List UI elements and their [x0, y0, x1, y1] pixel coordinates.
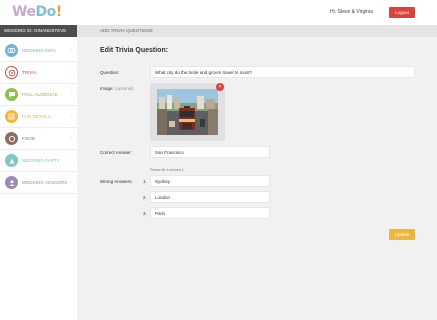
poll-icon — [5, 88, 18, 101]
sidebar-item-trivia[interactable]: TRIVIA › — [0, 62, 77, 84]
wrong-answer-input[interactable]: Paris — [150, 207, 270, 219]
wrong-answers-label: Wrong Answers: — [100, 179, 133, 184]
main-content: Edit Trivia Question: Question: What cit… — [77, 37, 437, 320]
chevron-right-icon: › — [71, 157, 73, 163]
update-button[interactable]: Update — [389, 229, 415, 240]
wedding-id-label: WEDDING ID: GINANDSTEVE — [0, 25, 77, 37]
rings-icon — [5, 44, 18, 57]
logo-we-text: We — [12, 4, 36, 20]
chevron-right-icon: › — [71, 135, 73, 141]
sidebar: WEDDING INFO › TRIVIA › POLL AUDIENCE › … — [0, 37, 77, 320]
chevron-right-icon: › — [71, 179, 73, 185]
image-optional-text: (optional) — [115, 86, 134, 91]
sidebar-item-food[interactable]: FOOD › — [0, 128, 77, 150]
sidebar-item-fun-details[interactable]: FUN DETAILS › — [0, 106, 77, 128]
sidebar-item-label: WEDDING INFO — [22, 48, 56, 53]
chevron-right-icon: › — [71, 113, 73, 119]
trivia-icon — [5, 66, 18, 79]
wedo-logo[interactable]: WeDo! — [12, 4, 62, 20]
sidebar-item-label: WEDDING VENDORS — [22, 180, 68, 185]
sidebar-item-wedding-vendors[interactable]: WEDDING VENDORS › — [0, 172, 77, 194]
logo-bang-text: ! — [55, 4, 62, 20]
sidebar-item-label: FOOD — [22, 136, 35, 141]
sidebar-item-label: FUN DETAILS — [22, 114, 51, 119]
food-icon — [5, 132, 18, 145]
question-label: Question: — [100, 70, 120, 75]
vendors-icon — [5, 176, 18, 189]
image-upload-box[interactable]: × — [150, 83, 225, 141]
wrong-answer-input[interactable]: Sydney — [150, 175, 270, 187]
remove-image-icon[interactable]: × — [216, 83, 224, 91]
sidebar-item-label: WEDDING PARTY — [22, 158, 60, 163]
correct-answer-input[interactable]: San Francisco — [150, 146, 270, 158]
wrong-answer-number: 2. — [143, 195, 147, 200]
header: WeDo! Hi, Steve & Virginia Logout — [0, 0, 437, 25]
wrong-answer-input[interactable]: London — [150, 191, 270, 203]
question-input[interactable]: What city do the bride and groom travel … — [150, 66, 415, 78]
wrong-answer-number: 3. — [143, 211, 147, 216]
sidebar-item-poll-audience[interactable]: POLL AUDIENCE › — [0, 84, 77, 106]
sidebar-item-wedding-info[interactable]: WEDDING INFO › — [0, 40, 77, 62]
breadcrumb: ADD TRIVIA QUESTIONS — [77, 25, 437, 37]
sidebar-item-wedding-party[interactable]: WEDDING PARTY › — [0, 150, 77, 172]
trivia-image — [157, 89, 218, 135]
chevron-right-icon: › — [71, 47, 73, 53]
user-greeting: Hi, Steve & Virginia — [330, 9, 373, 15]
image-label: Image: (optional) — [100, 86, 134, 91]
wrong-answer-number: 1. — [143, 179, 147, 184]
details-icon — [5, 110, 18, 123]
logo-do-text: Do — [35, 4, 56, 20]
logout-button[interactable]: Logout — [389, 7, 415, 18]
sidebar-item-label: TRIVIA — [22, 70, 37, 75]
chevron-right-icon: › — [71, 69, 73, 75]
correct-answer-label: Correct Answer: — [100, 150, 133, 155]
image-label-text: Image: — [100, 86, 114, 91]
chevron-right-icon: › — [71, 91, 73, 97]
party-icon — [5, 154, 18, 167]
sidebar-item-label: POLL AUDIENCE — [22, 92, 58, 97]
hint-text: Please fill in at least 1 — [150, 168, 184, 172]
page-title: Edit Trivia Question: — [100, 47, 169, 54]
